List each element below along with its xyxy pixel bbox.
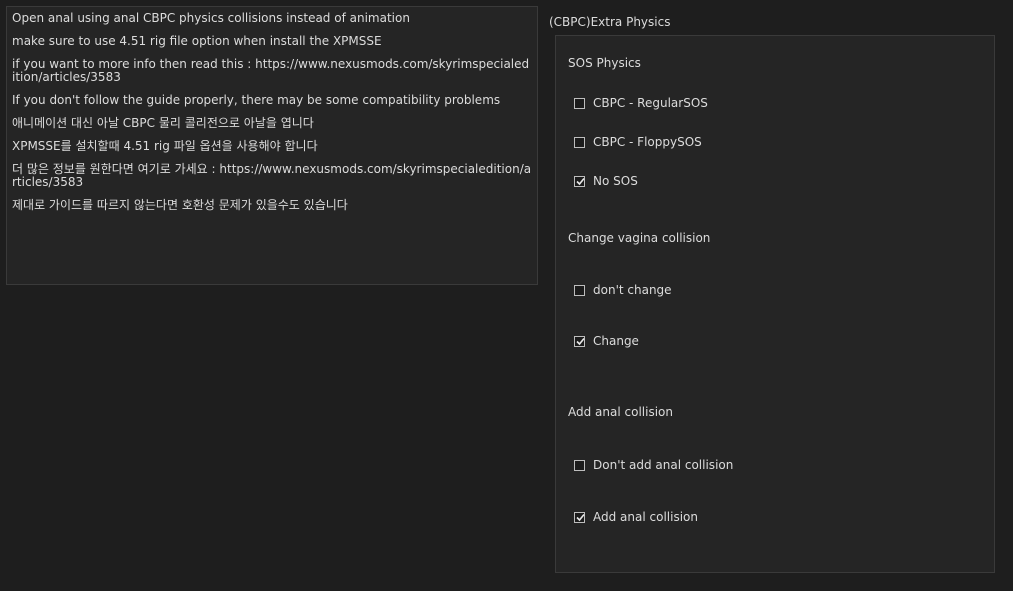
checkmark-icon [576,513,585,521]
checkmark-icon [576,337,585,345]
checkbox[interactable] [574,175,585,187]
option-regular-sos[interactable]: CBPC - RegularSOS [574,96,708,110]
option-label: CBPC - RegularSOS [593,96,708,110]
option-dont-change[interactable]: don't change [574,283,672,297]
section-label-vagina-collision: Change vagina collision [568,231,711,245]
checkmark-icon [576,177,585,185]
option-label: Don't add anal collision [593,458,734,472]
description-paragraph: XPMSSE를 설치할때 4.51 rig 파일 옵션을 사용해야 합니다 [12,139,318,153]
section-label-anal-collision: Add anal collision [568,405,673,419]
description-paragraph: if you want to more info then read this … [12,57,530,84]
option-change[interactable]: Change [574,334,639,348]
options-group-box: SOS Physics CBPC - RegularSOS CBPC - Flo… [555,35,995,573]
option-label: Add anal collision [593,510,698,524]
checkbox[interactable] [574,284,585,296]
option-no-sos[interactable]: No SOS [574,174,638,188]
description-paragraph: make sure to use 4.51 rig file option wh… [12,34,382,48]
option-dont-add-anal-collision[interactable]: Don't add anal collision [574,458,733,472]
option-floppy-sos[interactable]: CBPC - FloppySOS [574,135,702,149]
checkbox[interactable] [574,136,585,148]
description-paragraph: Open anal using anal CBPC physics collis… [12,11,410,25]
checkbox[interactable] [574,511,585,523]
checkbox[interactable] [574,97,585,109]
group-title: (CBPC)Extra Physics [549,15,671,29]
installer-window: Open anal using anal CBPC physics collis… [0,0,1013,591]
checkbox[interactable] [574,459,585,471]
description-paragraph: 애니메이션 대신 아날 CBPC 물리 콜리전으로 아날을 엽니다 [12,116,314,130]
checkbox[interactable] [574,335,585,347]
section-label-sos-physics: SOS Physics [568,56,641,70]
description-paragraph: 더 많은 정보를 원한다면 여기로 가세요 : https://www.nexu… [12,162,532,189]
option-label: Change [593,334,639,348]
option-label: No SOS [593,174,638,188]
description-paragraph: If you don't follow the guide properly, … [12,93,501,107]
description-panel: Open anal using anal CBPC physics collis… [6,6,538,285]
option-label: CBPC - FloppySOS [593,135,702,149]
description-paragraph: 제대로 가이드를 따르지 않는다면 호환성 문제가 있을수도 있습니다 [12,198,348,212]
option-add-anal-collision[interactable]: Add anal collision [574,510,698,524]
option-label: don't change [593,283,672,297]
